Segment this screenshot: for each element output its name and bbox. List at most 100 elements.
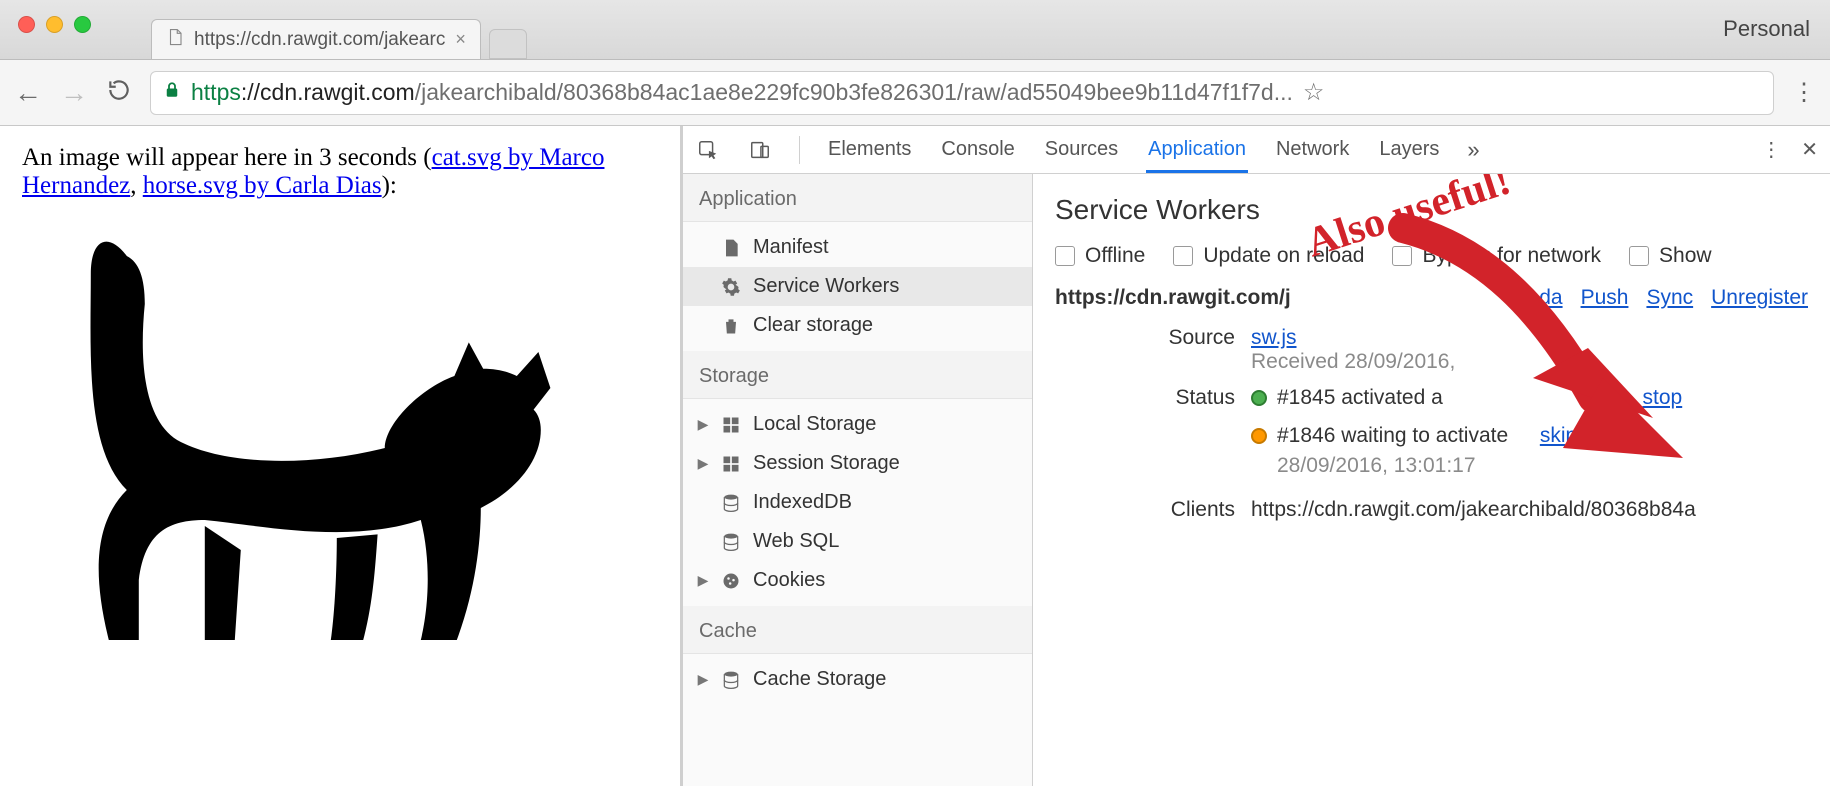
sidebar-item-local-storage[interactable]: ▶Local Storage [683, 405, 1032, 444]
browser-tab[interactable]: https://cdn.rawgit.com/jakearc × [151, 19, 481, 59]
label: Bypass for network [1422, 244, 1601, 268]
label: Update on reload [1203, 244, 1364, 268]
checkbox-icon[interactable] [1055, 246, 1075, 266]
tab-sources[interactable]: Sources [1043, 126, 1120, 173]
content-area: An image will appear here in 3 seconds (… [0, 126, 1830, 786]
status-waiting-row: #1846 waiting to activate skipWaiting [1251, 424, 1808, 448]
label: Clear storage [753, 314, 873, 337]
sidebar-item-manifest[interactable]: Manifest [683, 228, 1032, 267]
devtools-menu-icon[interactable]: ⋮ [1761, 137, 1781, 162]
browser-toolbar: ← → https://cdn.rawgit.com/jakearchibald… [0, 60, 1830, 126]
status-activated-text: #1845 activated a [1277, 386, 1443, 410]
link-horse-svg[interactable]: horse.svg by Carla Dias [143, 172, 382, 199]
back-button[interactable]: ← [14, 77, 42, 109]
sidebar-item-web-sql[interactable]: Web SQL [683, 522, 1032, 561]
label: Offline [1085, 244, 1145, 268]
sw-action-unregister[interactable]: Unregister [1711, 286, 1808, 310]
tab-strip: https://cdn.rawgit.com/jakearc × [151, 0, 527, 59]
sidebar-item-service-workers[interactable]: Service Workers [683, 267, 1032, 306]
application-sidebar: Application Manifest Service Workers Cle… [683, 174, 1033, 786]
url-scheme: https [191, 79, 241, 106]
tab-layers[interactable]: Layers [1377, 126, 1441, 173]
group-application: Application [683, 174, 1032, 222]
status-activated-tail: ing [1583, 386, 1611, 410]
status-activated-row: #1845 activated a ing stop [1251, 386, 1808, 410]
devtools-panel: Elements Console Sources Application Net… [683, 126, 1830, 786]
sw-options-row: Offline Update on reload Bypass for netw… [1055, 244, 1808, 268]
sw-action-update[interactable]: Upda [1512, 286, 1562, 310]
page-icon [166, 28, 184, 52]
tab-application[interactable]: Application [1146, 126, 1248, 173]
label: Local Storage [753, 413, 876, 436]
group-cache: Cache [683, 606, 1032, 654]
new-tab-button[interactable] [489, 29, 527, 59]
sw-details-grid: Source sw.js Received 28/09/2016, Status… [1055, 326, 1808, 522]
check-offline[interactable]: Offline [1055, 244, 1145, 268]
check-show-all[interactable]: Show [1629, 244, 1712, 268]
bookmark-star-icon[interactable]: ☆ [1303, 78, 1325, 107]
sw-stop-link[interactable]: stop [1643, 386, 1683, 410]
inspect-icon[interactable] [695, 137, 721, 163]
label: Manifest [753, 236, 829, 259]
sw-received: Received 28/09/2016, [1251, 350, 1455, 373]
devtools-tabstrip: Elements Console Sources Application Net… [683, 126, 1830, 174]
cat-image [22, 208, 658, 695]
tabs-overflow-icon[interactable]: » [1467, 137, 1479, 163]
reload-button[interactable] [106, 77, 132, 108]
tab-console[interactable]: Console [939, 126, 1016, 173]
service-workers-panel: Service Workers Offline Update on reload… [1033, 174, 1830, 786]
label-status: Status [1055, 386, 1235, 410]
sw-skipwaiting-link[interactable]: skipWaiting [1540, 424, 1647, 448]
sidebar-item-session-storage[interactable]: ▶Session Storage [683, 444, 1032, 483]
url-host: ://cdn.rawgit.com [241, 79, 415, 106]
tab-elements[interactable]: Elements [826, 126, 913, 173]
panel-title: Service Workers [1055, 194, 1808, 226]
label: Cache Storage [753, 668, 886, 691]
label: IndexedDB [753, 491, 852, 514]
tab-network[interactable]: Network [1274, 126, 1351, 173]
sidebar-item-cache-storage[interactable]: ▶Cache Storage [683, 660, 1032, 699]
intro-sep: , [130, 172, 143, 199]
check-bypass-for-network[interactable]: Bypass for network [1392, 244, 1601, 268]
separator [799, 136, 800, 164]
address-bar[interactable]: https://cdn.rawgit.com/jakearchibald/803… [150, 71, 1774, 115]
status-waiting-time: 28/09/2016, 13:01:17 [1277, 454, 1808, 478]
lock-icon [163, 81, 181, 105]
group-storage: Storage [683, 351, 1032, 399]
checkbox-icon[interactable] [1629, 246, 1649, 266]
window-titlebar: https://cdn.rawgit.com/jakearc × Persona… [0, 0, 1830, 60]
browser-menu-button[interactable]: ⋮ [1792, 78, 1816, 107]
sw-origin-row: https://cdn.rawgit.com/j Upda Push Sync … [1055, 286, 1808, 310]
sidebar-item-cookies[interactable]: ▶Cookies [683, 561, 1032, 600]
profile-label[interactable]: Personal [1723, 16, 1810, 42]
zoom-window-button[interactable] [74, 16, 91, 33]
label: Cookies [753, 569, 825, 592]
label: Show [1659, 244, 1712, 268]
sidebar-item-clear-storage[interactable]: Clear storage [683, 306, 1032, 345]
devtools-close-icon[interactable]: ✕ [1801, 137, 1818, 162]
status-waiting-text: #1846 waiting to activate [1277, 424, 1508, 448]
label: Service Workers [753, 275, 899, 298]
label: Web SQL [753, 530, 839, 553]
checkbox-icon[interactable] [1173, 246, 1193, 266]
status-orange-icon [1251, 428, 1267, 444]
sw-origin: https://cdn.rawgit.com/j [1055, 286, 1291, 310]
sw-action-sync[interactable]: Sync [1646, 286, 1693, 310]
check-update-on-reload[interactable]: Update on reload [1173, 244, 1364, 268]
page-intro: An image will appear here in 3 seconds (… [22, 144, 658, 200]
tab-close-icon[interactable]: × [455, 29, 466, 50]
url-path: /jakearchibald/80368b84ac1ae8e229fc90b3f… [415, 79, 1293, 106]
label: Session Storage [753, 452, 900, 475]
label-clients: Clients [1055, 498, 1235, 522]
forward-button[interactable]: → [60, 77, 88, 109]
status-green-icon [1251, 390, 1267, 406]
rendered-page: An image will appear here in 3 seconds (… [0, 126, 683, 786]
label-source: Source [1055, 326, 1235, 350]
close-window-button[interactable] [18, 16, 35, 33]
device-toggle-icon[interactable] [747, 137, 773, 163]
sw-source-link[interactable]: sw.js [1251, 326, 1297, 349]
minimize-window-button[interactable] [46, 16, 63, 33]
checkbox-icon[interactable] [1392, 246, 1412, 266]
sw-action-push[interactable]: Push [1581, 286, 1629, 310]
sidebar-item-indexeddb[interactable]: IndexedDB [683, 483, 1032, 522]
